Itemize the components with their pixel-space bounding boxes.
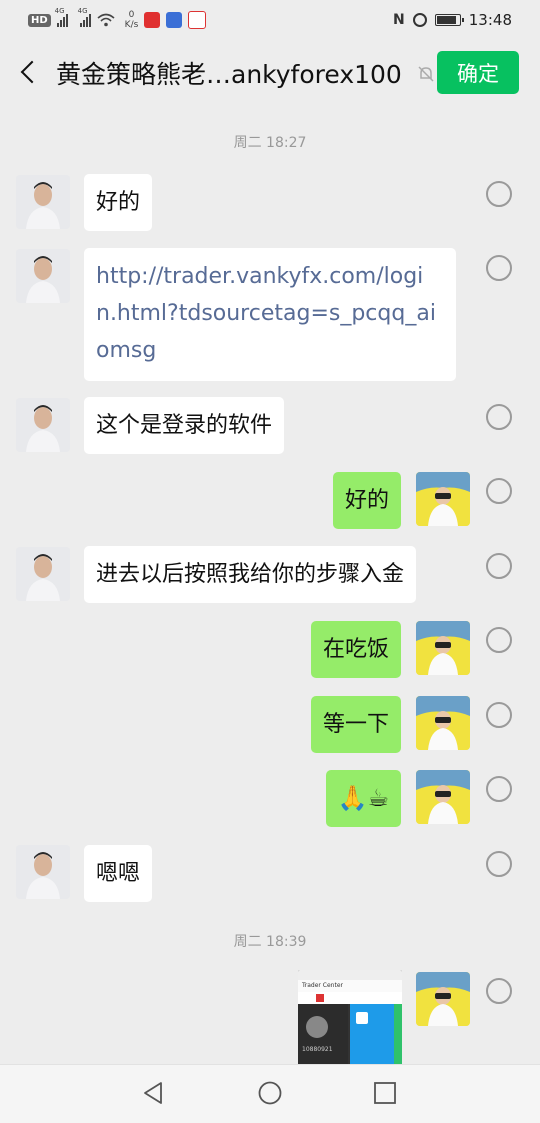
timestamp: 周二 18:27 (233, 135, 307, 151)
nav-back-icon[interactable] (141, 1080, 167, 1106)
app-notification-icon-3 (188, 11, 207, 29)
image-message[interactable]: Trader Center 10880921 (298, 970, 402, 1066)
message-bubble[interactable]: 这个是登录的软件 (84, 397, 285, 454)
thumb-statusbar (298, 970, 402, 980)
avatar-self[interactable] (416, 770, 470, 824)
message-bubble-emoji[interactable]: 🙏☕ (325, 770, 401, 827)
mute-bell-icon (418, 66, 434, 82)
avatar-self[interactable] (416, 972, 470, 1026)
status-left: HD 4G 4G 0 K/s (28, 7, 207, 32)
thumb-title: Trader Center (298, 980, 402, 992)
status-right: N 13:48 (393, 8, 512, 32)
message-bubble[interactable]: 嗯嗯 (84, 845, 153, 902)
message-link[interactable]: http://trader.vankyfx.com/login.html?tds… (96, 258, 444, 369)
nav-recents-icon[interactable] (372, 1080, 398, 1106)
select-radio[interactable] (486, 404, 512, 430)
thumb-dollar-icon (356, 1012, 368, 1024)
avatar-contact[interactable] (16, 175, 70, 229)
confirm-button[interactable]: 确定 (437, 51, 519, 94)
select-radio[interactable] (486, 851, 512, 877)
thumb-green-tile (394, 1004, 402, 1066)
network-type-2: 4G (77, 7, 88, 15)
select-radio[interactable] (486, 978, 512, 1004)
alarm-icon (412, 13, 427, 27)
app-notification-icon (144, 12, 161, 28)
chat-title: 黄金策略熊老…ankyforex100 (56, 60, 402, 89)
nav-home-icon[interactable] (257, 1080, 283, 1106)
signal-icon-2: 4G (78, 7, 91, 27)
back-icon[interactable] (16, 58, 46, 88)
select-radio[interactable] (486, 181, 512, 207)
select-radio[interactable] (486, 255, 512, 281)
avatar-contact[interactable] (16, 398, 70, 452)
timestamp: 周二 18:39 (233, 934, 307, 950)
speed-value: 0 (128, 10, 135, 20)
thumb-number: 10880921 (302, 1046, 333, 1053)
avatar-self[interactable] (416, 472, 470, 526)
nfc-icon: N (393, 12, 405, 28)
app-notification-icon-2 (166, 12, 183, 28)
signal-icon: 4G (55, 7, 68, 27)
thumb-toolbar (298, 992, 402, 1004)
clock: 13:48 (468, 11, 512, 29)
wifi-icon (97, 13, 115, 27)
avatar-self[interactable] (416, 696, 470, 750)
status-bar: HD 4G 4G 0 K/s N 13:48 (0, 0, 540, 40)
avatar-self[interactable] (416, 621, 470, 675)
speed-unit: K/s (124, 20, 139, 30)
message-bubble-link[interactable]: http://trader.vankyfx.com/login.html?tds… (84, 248, 456, 381)
system-nav-bar (0, 1064, 540, 1123)
select-radio[interactable] (486, 553, 512, 579)
avatar-contact[interactable] (16, 547, 70, 601)
thumb-blue-tile (350, 1004, 394, 1066)
message-bubble[interactable]: 好的 (84, 174, 153, 231)
message-bubble-own[interactable]: 在吃饭 (310, 621, 401, 678)
select-radio[interactable] (486, 478, 512, 504)
select-radio[interactable] (486, 702, 512, 728)
thumb-logo (316, 994, 324, 1002)
hd-badge: HD (28, 13, 51, 27)
thumb-left-panel: 10880921 (298, 1004, 348, 1066)
network-speed: 0 K/s (125, 10, 139, 30)
chat-header: 黄金策略熊老…ankyforex100 确定 (0, 40, 540, 106)
avatar-contact[interactable] (16, 845, 70, 899)
thumb-avatar (306, 1016, 328, 1038)
message-bubble[interactable]: 进去以后按照我给你的步骤入金 (84, 546, 417, 603)
network-type-1: 4G (54, 7, 65, 15)
message-bubble-own[interactable]: 等一下 (310, 696, 401, 753)
message-bubble-own[interactable]: 好的 (332, 472, 401, 529)
battery-icon (434, 14, 464, 26)
select-radio[interactable] (486, 776, 512, 802)
select-radio[interactable] (486, 627, 512, 653)
avatar-contact[interactable] (16, 249, 70, 303)
